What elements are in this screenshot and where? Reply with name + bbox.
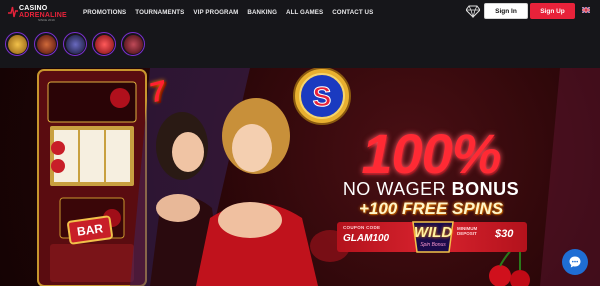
promo-stories-strip xyxy=(0,24,600,68)
nav-tournaments[interactable]: TOURNAMENTS xyxy=(135,9,184,16)
diamond-icon[interactable] xyxy=(466,5,480,18)
story-thumbnail-3[interactable] xyxy=(63,32,87,56)
story-thumbnail-4[interactable] xyxy=(92,32,116,56)
no-wager-prefix: NO WAGER xyxy=(342,179,452,199)
coupon-code-label: COUPON CODE xyxy=(343,225,381,230)
story-thumbnail-1[interactable] xyxy=(5,32,29,56)
main-nav: PROMOTIONS TOURNAMENTS VIP PROGRAM BANKI… xyxy=(83,0,373,24)
sign-up-button[interactable]: Sign Up xyxy=(530,3,575,19)
sign-in-button[interactable]: Sign In xyxy=(484,3,528,19)
min-deposit-value: $30 xyxy=(495,228,514,240)
story-image-4 xyxy=(94,34,114,54)
no-wager-bonus-line: NO WAGER BONUS xyxy=(336,180,526,199)
coin-letter: S xyxy=(313,81,332,112)
chat-bubble-icon xyxy=(569,256,581,268)
nav-contact-us[interactable]: CONTACT US xyxy=(332,9,373,16)
logo-text: CASINO ADRENALINE xyxy=(19,5,67,19)
wild-spin-bonus-badge: WILD Spin Bonus xyxy=(409,218,457,256)
casino-logo[interactable]: CASINO ADRENALINE SINCE 2019 xyxy=(8,2,70,22)
live-chat-button[interactable] xyxy=(562,249,588,275)
story-image-5 xyxy=(123,34,143,54)
story-image-3 xyxy=(65,34,85,54)
bar-symbol-label: BAR xyxy=(76,221,104,239)
nav-vip-program[interactable]: VIP PROGRAM xyxy=(193,9,238,16)
no-wager-bonus: BONUS xyxy=(451,179,520,199)
nav-promotions[interactable]: PROMOTIONS xyxy=(83,9,126,16)
wild-label: WILD xyxy=(413,224,453,241)
top-navigation-bar: CASINO ADRENALINE SINCE 2019 PROMOTIONS … xyxy=(0,0,600,24)
hero-banner[interactable]: 7 BAR S 100% NO WAGER BONUS +100 FREE SP… xyxy=(0,68,600,286)
free-spins-line: +100 FREE SPINS xyxy=(358,199,504,218)
logo-name-line1: CASINO xyxy=(19,5,48,12)
uk-flag-icon[interactable] xyxy=(582,7,590,13)
min-deposit-label-2: DEPOSIT xyxy=(457,231,477,236)
story-image-2 xyxy=(36,34,56,54)
logo-tagline: SINCE 2019 xyxy=(38,18,55,22)
story-thumbnail-5[interactable] xyxy=(121,32,145,56)
heartbeat-logo-icon xyxy=(8,6,18,18)
wild-sub-label: Spin Bonus xyxy=(420,242,446,248)
coupon-code-value[interactable]: GLAM100 xyxy=(343,233,389,244)
hero-headline: 100% NO WAGER BONUS +100 FREE SPINS xyxy=(336,122,526,219)
story-image-1 xyxy=(7,34,27,54)
min-deposit-label: MINIMUM DEPOSIT xyxy=(457,226,477,236)
nav-all-games[interactable]: ALL GAMES xyxy=(286,9,323,16)
story-thumbnail-2[interactable] xyxy=(34,32,58,56)
bonus-percent: 100% xyxy=(361,122,501,185)
casino-s-coin-icon: S xyxy=(293,68,351,125)
nav-banking[interactable]: BANKING xyxy=(247,9,277,16)
